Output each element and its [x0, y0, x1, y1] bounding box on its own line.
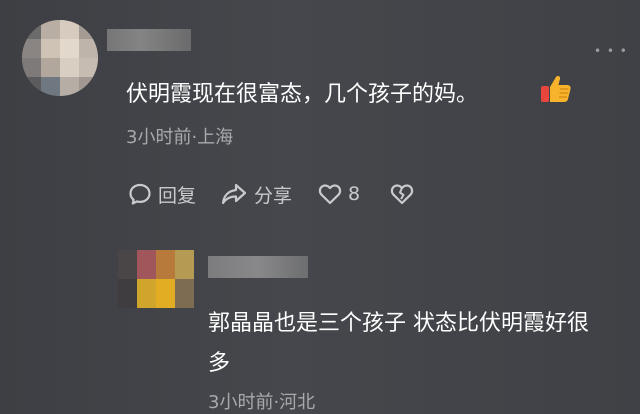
- speech-bubble-icon: [129, 183, 151, 205]
- username-redacted[interactable]: [107, 29, 191, 51]
- reply-avatar[interactable]: [118, 250, 194, 308]
- user-avatar[interactable]: [22, 20, 98, 96]
- heart-icon: [318, 184, 342, 205]
- reply-text: 郭晶晶也是三个孩子 状态比伏明霞好很多: [208, 311, 589, 376]
- reply-timestamp-location: 3小时前·河北: [208, 392, 316, 413]
- reply-username-redacted[interactable]: [208, 256, 308, 278]
- like-button[interactable]: 8: [318, 183, 360, 205]
- comment-thread: • • • 伏明霞现在很富态，几个孩子的妈。 3小时前·上海 回复 分享 8 郭…: [0, 0, 640, 413]
- more-dots-icon[interactable]: • • •: [594, 44, 628, 58]
- reply-button[interactable]: 回复: [128, 181, 196, 208]
- dislike-button[interactable]: [390, 183, 414, 205]
- share-button[interactable]: 分享: [220, 181, 292, 208]
- share-label: 分享: [254, 184, 293, 207]
- comment-timestamp-location: 3小时前·上海: [126, 127, 234, 148]
- broken-heart-icon: [390, 184, 414, 205]
- like-count: 8: [348, 183, 361, 205]
- comment-actions: 回复 分享 8: [128, 179, 414, 209]
- thumbs-up-icon: [541, 75, 571, 102]
- reply-label: 回复: [158, 184, 197, 207]
- comment-text: 伏明霞现在很富态，几个孩子的妈。: [126, 82, 479, 107]
- share-arrow-icon: [221, 183, 247, 205]
